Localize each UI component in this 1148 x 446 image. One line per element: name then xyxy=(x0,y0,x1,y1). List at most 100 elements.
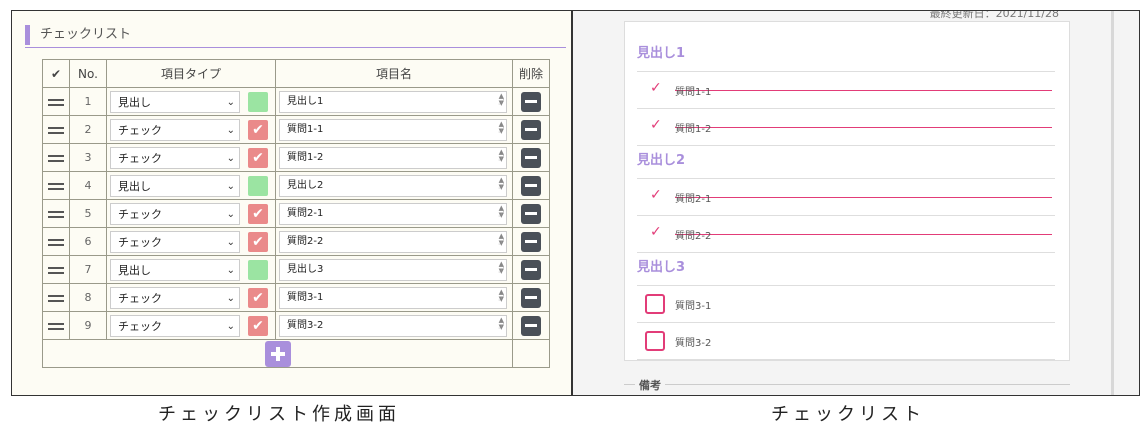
unchecked-checkbox[interactable] xyxy=(645,331,665,351)
caption-left: チェックリスト作成画面 xyxy=(158,404,400,425)
type-select[interactable]: 見出し ⌄ xyxy=(110,259,240,281)
drag-handle-icon xyxy=(48,238,64,246)
item-name-input[interactable]: 質問2-1 ▲ ▼ ⋰ xyxy=(279,203,507,225)
row-divider xyxy=(637,322,1055,323)
drag-handle[interactable] xyxy=(42,227,70,256)
drag-handle[interactable] xyxy=(42,283,70,312)
row-number: 3 xyxy=(69,143,107,172)
unchecked-checkbox[interactable] xyxy=(645,294,665,314)
name-cell: 質問2-1 ▲ ▼ ⋰ xyxy=(275,199,513,228)
drag-handle[interactable] xyxy=(42,115,70,144)
delete-row-button[interactable] xyxy=(521,287,541,308)
drag-handle-icon xyxy=(48,322,64,330)
section-heading: 見出し3 xyxy=(637,260,686,275)
table-row: 5 チェック ⌄ ✔ 質問2-1 ▲ ▼ ⋰ xyxy=(42,199,550,228)
check-type-icon: ✔ xyxy=(248,204,268,224)
resize-grip-icon[interactable]: ⋰ xyxy=(498,148,505,168)
type-select[interactable]: チェック ⌄ xyxy=(110,203,240,225)
delete-row-button[interactable] xyxy=(521,315,541,336)
type-select[interactable]: チェック ⌄ xyxy=(110,147,240,169)
type-select[interactable]: 見出し ⌄ xyxy=(110,91,240,113)
row-number: 8 xyxy=(69,283,107,312)
delete-row-button[interactable] xyxy=(521,231,541,252)
delete-cell xyxy=(512,171,550,200)
drag-handle[interactable] xyxy=(42,255,70,284)
item-name-input[interactable]: 質問3-1 ▲ ▼ ⋰ xyxy=(279,287,507,309)
drag-handle[interactable] xyxy=(42,171,70,200)
check-type-icon: ✔ xyxy=(248,120,268,140)
resize-grip-icon[interactable]: ⋰ xyxy=(498,260,505,280)
drag-handle[interactable] xyxy=(42,143,70,172)
table-row: 1 見出し ⌄ 見出し1 ▲ ▼ ⋰ xyxy=(42,87,550,116)
notes-label: 備考 xyxy=(635,377,665,393)
checklist-card: 見出し1 ✓ 質問1-1 ✓ 質問1-2 見出し2 ✓ 質問2-1 ✓ 質問2-2 見出し3 質問3-… xyxy=(624,21,1070,361)
check-icon[interactable]: ✓ xyxy=(650,224,662,240)
type-select[interactable]: チェック ⌄ xyxy=(110,231,240,253)
type-select[interactable]: チェック ⌄ xyxy=(110,287,240,309)
check-icon[interactable]: ✓ xyxy=(650,187,662,203)
resize-grip-icon[interactable]: ⋰ xyxy=(498,232,505,252)
check-icon[interactable]: ✓ xyxy=(650,80,662,96)
stage: チェックリスト ✔ No. 項目タイプ 項目名 削除 1 見出し ⌄ 見出し1 ▲ ▼ ⋰ 2… xyxy=(0,0,1148,446)
check-type-icon: ✔ xyxy=(248,148,268,168)
item-name-value: 質問2-1 xyxy=(287,208,324,219)
resize-grip-icon[interactable]: ⋰ xyxy=(498,288,505,308)
strikethrough-line xyxy=(675,127,1052,128)
item-name-input[interactable]: 見出し2 ▲ ▼ ⋰ xyxy=(279,175,507,197)
check-icon[interactable]: ✓ xyxy=(650,117,662,133)
item-name-input[interactable]: 見出し3 ▲ ▼ ⋰ xyxy=(279,259,507,281)
drag-handle[interactable] xyxy=(42,311,70,340)
type-select[interactable]: チェック ⌄ xyxy=(110,119,240,141)
check-type-icon: ✔ xyxy=(248,232,268,252)
type-select-value: チェック xyxy=(118,152,162,165)
scrollbar-track[interactable] xyxy=(1111,11,1114,395)
table-row: 6 チェック ⌄ ✔ 質問2-2 ▲ ▼ ⋰ xyxy=(42,227,550,256)
item-name-input[interactable]: 質問1-1 ▲ ▼ ⋰ xyxy=(279,119,507,141)
item-name-input[interactable]: 見出し1 ▲ ▼ ⋰ xyxy=(279,91,507,113)
row-divider xyxy=(637,178,1055,179)
resize-grip-icon[interactable]: ⋰ xyxy=(498,204,505,224)
delete-cell xyxy=(512,283,550,312)
resize-grip-icon[interactable]: ⋰ xyxy=(498,92,505,112)
name-cell: 質問2-2 ▲ ▼ ⋰ xyxy=(275,227,513,256)
last-updated-text: 最終更新日：2021/11/28 xyxy=(929,10,1059,20)
row-number: 4 xyxy=(69,171,107,200)
item-name-value: 質問2-2 xyxy=(287,236,324,247)
item-name-input[interactable]: 質問1-2 ▲ ▼ ⋰ xyxy=(279,147,507,169)
heading-type-swatch xyxy=(248,260,268,280)
type-select[interactable]: 見出し ⌄ xyxy=(110,175,240,197)
delete-row-button[interactable] xyxy=(521,119,541,140)
delete-row-button[interactable] xyxy=(521,203,541,224)
table-header-row: ✔ No. 項目タイプ 項目名 削除 xyxy=(42,59,550,88)
resize-grip-icon[interactable]: ⋰ xyxy=(498,176,505,196)
type-select[interactable]: チェック ⌄ xyxy=(110,315,240,337)
type-select-value: チェック xyxy=(118,320,162,333)
item-name-input[interactable]: 質問3-2 ▲ ▼ ⋰ xyxy=(279,315,507,337)
chevron-down-icon: ⌄ xyxy=(226,265,235,276)
delete-row-button[interactable] xyxy=(521,259,541,280)
checklist-table: ✔ No. 項目タイプ 項目名 削除 1 見出し ⌄ 見出し1 ▲ ▼ ⋰ 2 チェック ⌄ ✔ 質問… xyxy=(42,59,550,368)
checklist-editor-panel: チェックリスト ✔ No. 項目タイプ 項目名 削除 1 見出し ⌄ 見出し1 ▲ ▼ ⋰ 2… xyxy=(11,10,572,396)
name-cell: 質問3-1 ▲ ▼ ⋰ xyxy=(275,283,513,312)
chevron-down-icon: ⌄ xyxy=(226,237,235,248)
delete-row-button[interactable] xyxy=(521,175,541,196)
drag-handle[interactable] xyxy=(42,87,70,116)
heading-type-swatch xyxy=(248,176,268,196)
drag-handle[interactable] xyxy=(42,199,70,228)
add-row-button[interactable] xyxy=(264,340,291,367)
name-cell: 質問3-2 ▲ ▼ ⋰ xyxy=(275,311,513,340)
item-name-input[interactable]: 質問2-2 ▲ ▼ ⋰ xyxy=(279,231,507,253)
table-row: 7 見出し ⌄ 見出し3 ▲ ▼ ⋰ xyxy=(42,255,550,284)
add-row-cell xyxy=(42,339,513,368)
delete-row-button[interactable] xyxy=(521,91,541,112)
row-number: 7 xyxy=(69,255,107,284)
chevron-down-icon: ⌄ xyxy=(226,209,235,220)
name-cell: 質問1-1 ▲ ▼ ⋰ xyxy=(275,115,513,144)
section-heading: 見出し1 xyxy=(637,46,686,61)
delete-row-button[interactable] xyxy=(521,147,541,168)
resize-grip-icon[interactable]: ⋰ xyxy=(498,316,505,336)
table-row: 4 見出し ⌄ 見出し2 ▲ ▼ ⋰ xyxy=(42,171,550,200)
resize-grip-icon[interactable]: ⋰ xyxy=(498,120,505,140)
header-check-icon: ✔ xyxy=(42,59,70,88)
type-cell: 見出し ⌄ xyxy=(106,255,276,284)
